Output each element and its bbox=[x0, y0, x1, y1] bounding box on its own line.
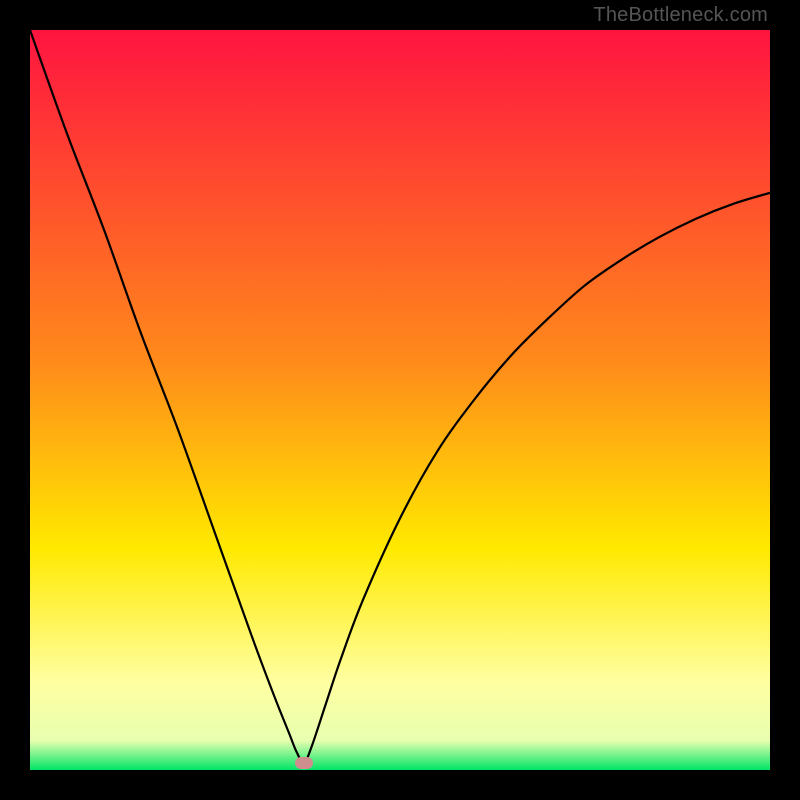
watermark-text: TheBottleneck.com bbox=[593, 4, 768, 27]
bottleneck-curve bbox=[30, 30, 770, 770]
plot-area bbox=[30, 30, 770, 770]
minimum-marker bbox=[295, 757, 313, 769]
